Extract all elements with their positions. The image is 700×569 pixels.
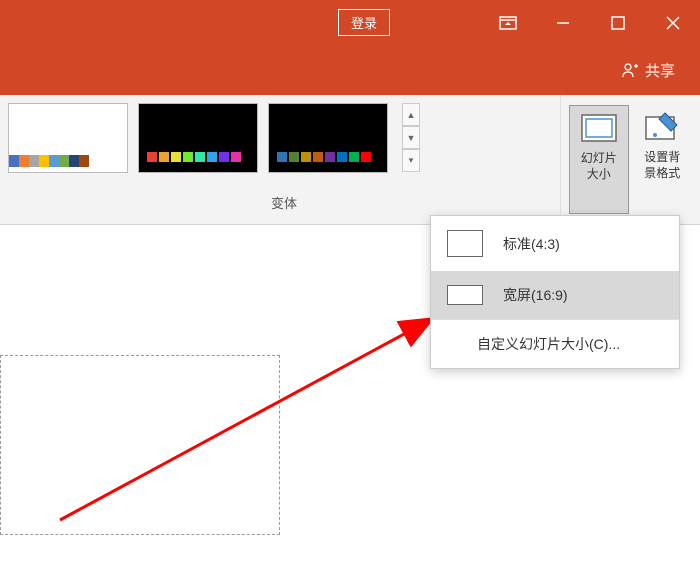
close-button[interactable] [645,0,700,45]
titlebar: 登录 [0,0,700,45]
dropdown-standard-item[interactable]: 标准(4:3) [431,216,679,271]
share-label: 共享 [645,60,675,81]
ribbon: ▲ ▼ ▾ 变体 幻灯片 大小 设置背 景格式 [0,95,700,225]
color-strip-1 [9,155,89,167]
variants-gallery: ▲ ▼ ▾ [8,103,560,173]
dropdown-custom-item[interactable]: 自定义幻灯片大小(C)... [431,319,679,368]
variants-label: 变体 [8,193,560,212]
custom-label: 自定义幻灯片大小(C)... [477,334,620,354]
ribbon-options-button[interactable] [480,0,535,45]
gallery-more-button[interactable]: ▾ [402,149,420,172]
ribbon-options-icon [499,16,517,30]
format-background-label: 设置背 景格式 [644,150,680,181]
slide-size-label: 幻灯片 大小 [581,151,617,182]
maximize-icon [611,16,625,30]
standard-label: 标准(4:3) [503,234,560,254]
close-icon [666,16,680,30]
variant-thumb-2[interactable] [138,103,258,173]
variant-thumb-1[interactable] [8,103,128,173]
minimize-button[interactable] [535,0,590,45]
minimize-icon [556,16,570,30]
slide-size-button[interactable]: 幻灯片 大小 [569,105,629,214]
window-controls [480,0,700,45]
gallery-up-button[interactable]: ▲ [402,103,420,126]
preview-43-icon [447,230,483,257]
variant-thumb-3[interactable] [268,103,388,173]
gallery-controls: ▲ ▼ ▾ [402,103,420,172]
customize-section: 幻灯片 大小 设置背 景格式 [560,95,700,224]
format-background-button[interactable]: 设置背 景格式 [633,105,692,214]
dropdown-widescreen-item[interactable]: 宽屏(16:9) [431,271,679,319]
slide-placeholder[interactable] [0,355,280,535]
variants-section: ▲ ▼ ▾ 变体 [0,95,560,224]
slide-size-dropdown: 标准(4:3) 宽屏(16:9) 自定义幻灯片大小(C)... [430,215,680,369]
share-button[interactable]: 共享 [621,60,675,81]
color-strip-3 [277,152,379,162]
share-bar: 共享 [0,45,700,95]
format-background-icon [642,109,682,144]
signin-button[interactable]: 登录 [338,9,390,36]
widescreen-label: 宽屏(16:9) [503,285,568,305]
slide-size-icon [579,110,619,145]
gallery-down-button[interactable]: ▼ [402,126,420,149]
maximize-button[interactable] [590,0,645,45]
preview-169-icon [447,285,483,305]
share-icon [621,61,639,79]
color-strip-2 [147,152,249,162]
